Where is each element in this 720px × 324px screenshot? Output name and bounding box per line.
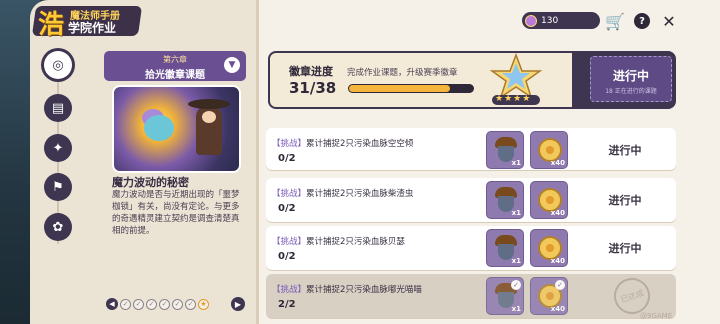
chapter-dropdown-icon[interactable]: ▼ bbox=[224, 57, 240, 73]
badge-label: 徽章进度 bbox=[289, 65, 333, 78]
task-title: 【挑战】累计捕捉2只污染血脉贝瑟 bbox=[272, 235, 405, 247]
reward-acorn[interactable]: x1 bbox=[486, 181, 524, 219]
art-witch-hat bbox=[188, 99, 230, 109]
reward-coin[interactable]: ✓ x40 bbox=[530, 277, 568, 315]
currency-display: 130 bbox=[522, 12, 600, 29]
task-status: 进行中 bbox=[608, 242, 642, 255]
reward-count: x1 bbox=[511, 257, 521, 265]
chapter-pager: ◀ ✓ ✓ ✓ ✓ ✓ ✓ ★ bbox=[106, 297, 209, 311]
task-title-text: 累计捕捉2只污染血脉嘟光喵喵 bbox=[306, 285, 422, 295]
task-row[interactable]: 【挑战】累计捕捉2只污染血脉柴渣虫 0/2 x1 x40 进行中 bbox=[266, 178, 676, 222]
task-progress: 2/2 bbox=[278, 299, 296, 310]
watermark: @9GAME bbox=[640, 312, 673, 320]
task-title-text: 累计捕捉2只污染血脉贝瑟 bbox=[306, 237, 405, 247]
badge-count: 31/38 bbox=[289, 79, 337, 97]
reward-count: x40 bbox=[550, 257, 565, 265]
reward-count: x1 bbox=[511, 159, 521, 167]
task-tag: 【挑战】 bbox=[272, 237, 307, 247]
shop-cart-icon[interactable]: 🛒 bbox=[605, 11, 625, 31]
art-witch bbox=[188, 99, 230, 155]
pager-dot[interactable]: ✓ bbox=[159, 298, 170, 310]
help-icon[interactable]: ? bbox=[632, 11, 652, 31]
reward-coin[interactable]: x40 bbox=[530, 229, 568, 267]
reward-acorn[interactable]: ✓ x1 bbox=[486, 277, 524, 315]
task-status: 进行中 bbox=[608, 144, 642, 157]
currency-amount: 130 bbox=[541, 15, 559, 26]
nav-star-icon[interactable]: ✦ bbox=[44, 134, 72, 162]
gem-icon bbox=[525, 14, 537, 27]
story-title: 魔力波动的秘密 bbox=[112, 176, 189, 189]
claimed-check-icon: ✓ bbox=[511, 280, 521, 290]
reward-coin[interactable]: x40 bbox=[530, 131, 568, 169]
nav-book-icon[interactable]: ▤ bbox=[44, 94, 72, 122]
task-title: 【挑战】累计捕捉2只污染血脉空空倾 bbox=[272, 137, 413, 149]
task-tag: 【挑战】 bbox=[272, 139, 307, 149]
logo-title: 学院作业 bbox=[68, 21, 117, 35]
badge-stars: ★★★★ bbox=[495, 94, 532, 104]
task-title: 【挑战】累计捕捉2只污染血脉柴渣虫 bbox=[272, 187, 413, 199]
task-title-text: 累计捕捉2只污染血脉空空倾 bbox=[306, 139, 414, 149]
pager-dot-current[interactable]: ★ bbox=[198, 298, 209, 310]
reward-acorn[interactable]: x1 bbox=[486, 131, 524, 169]
task-progress: 0/2 bbox=[278, 203, 296, 214]
reward-count: x40 bbox=[550, 209, 565, 217]
pager-dot[interactable]: ✓ bbox=[146, 298, 157, 310]
task-progress: 0/2 bbox=[278, 251, 296, 262]
reward-coin[interactable]: x40 bbox=[530, 181, 568, 219]
reward-count: x1 bbox=[511, 305, 521, 313]
help-icon-glyph: ? bbox=[634, 13, 650, 29]
pager-dot[interactable]: ✓ bbox=[133, 298, 144, 310]
task-tag: 【挑战】 bbox=[272, 189, 307, 199]
task-status: 进行中 bbox=[608, 194, 642, 207]
badge-progress-bar bbox=[348, 84, 474, 93]
reward-count: x40 bbox=[550, 159, 565, 167]
close-icon[interactable]: ✕ bbox=[659, 11, 679, 31]
art-witch-face bbox=[202, 111, 216, 123]
badge-status-sub: 18 正在进行的课题 bbox=[605, 88, 657, 95]
nav-flag-icon[interactable]: ⚑ bbox=[44, 173, 72, 201]
badge-status-button[interactable]: 进行中 18 正在进行的课题 bbox=[590, 56, 672, 102]
nav-fairy-icon[interactable]: ✿ bbox=[44, 213, 72, 241]
task-row[interactable]: 【挑战】累计捕捉2只污染血脉贝瑟 0/2 x1 x40 进行中 bbox=[266, 226, 676, 270]
badge-desc: 完成作业课题，升级赛季徽章 bbox=[347, 68, 458, 78]
reward-count: x1 bbox=[511, 209, 521, 217]
claimed-check-icon: ✓ bbox=[555, 280, 565, 290]
task-tag: 【挑战】 bbox=[272, 285, 307, 295]
story-artwork bbox=[112, 85, 241, 173]
panel-divider bbox=[256, 0, 259, 324]
reward-count: x40 bbox=[550, 305, 565, 313]
pager-dot[interactable]: ✓ bbox=[120, 298, 131, 310]
art-spirit bbox=[144, 115, 174, 141]
badge-status-label: 进行中 bbox=[612, 69, 649, 83]
pager-dot[interactable]: ✓ bbox=[172, 298, 183, 310]
task-title: 【挑战】累计捕捉2只污染血脉嘟光喵喵 bbox=[272, 283, 422, 295]
pager-dot[interactable]: ✓ bbox=[185, 298, 196, 310]
nav-target-icon[interactable]: ◎ bbox=[44, 51, 72, 79]
task-title-text: 累计捕捉2只污染血脉柴渣虫 bbox=[306, 189, 414, 199]
task-row[interactable]: 【挑战】累计捕捉2只污染血脉空空倾 0/2 x1 x40 进行中 bbox=[266, 128, 676, 170]
task-progress: 0/2 bbox=[278, 153, 296, 164]
pager-prev-icon[interactable]: ◀ bbox=[106, 298, 118, 310]
story-text: 魔力波动是否与近期出现的「噩梦枷锁」有关，尚没有定论。与更多的奇遇精灵建立契约是… bbox=[112, 190, 240, 236]
badge-progress-fill bbox=[349, 85, 450, 92]
logo-icon: 浩 bbox=[38, 10, 65, 40]
reward-acorn[interactable]: x1 bbox=[486, 229, 524, 267]
season-badge-icon[interactable]: ★★★★ bbox=[484, 52, 548, 107]
pager-next-icon[interactable]: ▶ bbox=[231, 297, 245, 311]
